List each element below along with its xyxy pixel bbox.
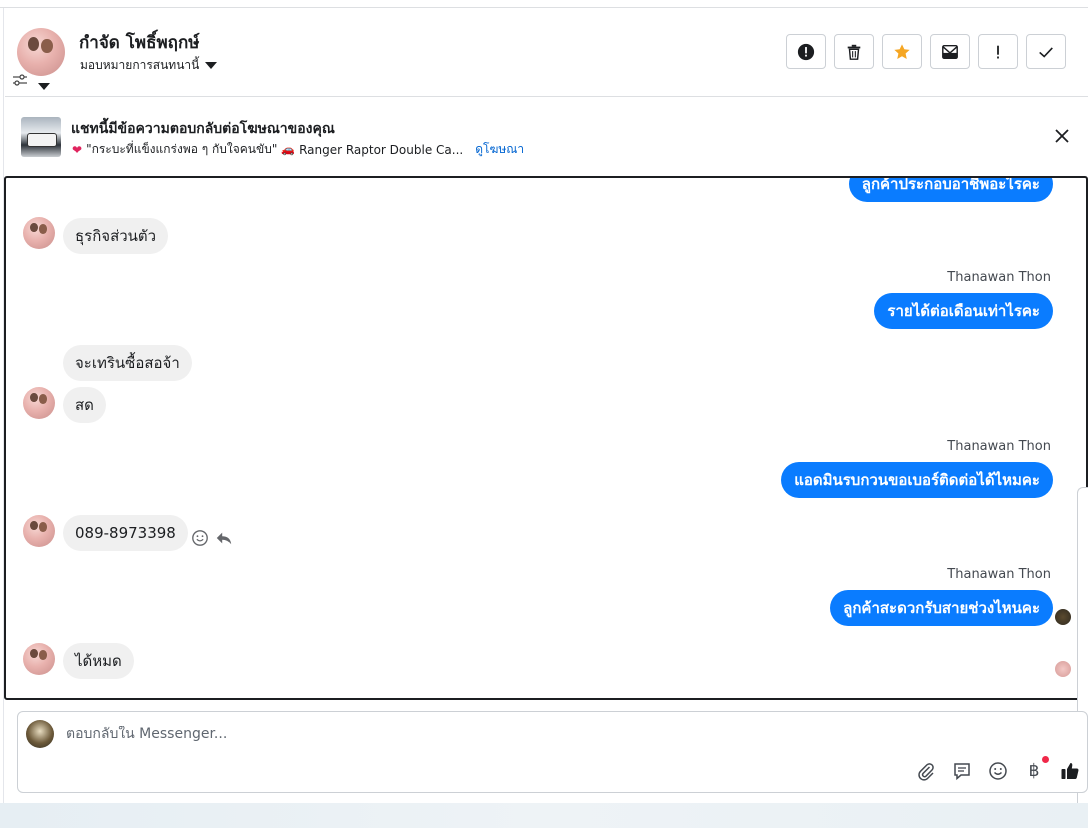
smiley-icon[interactable] bbox=[191, 529, 209, 547]
reply-input[interactable] bbox=[66, 726, 866, 742]
reply-icon[interactable] bbox=[215, 529, 233, 547]
incoming-message[interactable]: 089-8973398 bbox=[63, 515, 188, 551]
smiley-icon bbox=[989, 762, 1007, 780]
like-button[interactable] bbox=[1059, 760, 1081, 782]
outgoing-message[interactable]: ลูกค้าสะดวกรับสายช่วงไหนคะ bbox=[830, 590, 1053, 626]
ad-product: Ranger Raptor Double Ca... bbox=[299, 142, 464, 157]
ad-banner-subtitle: ❤ "กระบะที่แข็งแกร่งพอ ๆ กับใจคนขับ" 🚗 R… bbox=[72, 140, 524, 159]
reply-composer: ฿ bbox=[17, 711, 1088, 793]
chevron-down-icon bbox=[205, 62, 218, 69]
car-icon: 🚗 bbox=[281, 143, 296, 156]
emoji-button[interactable] bbox=[987, 760, 1009, 782]
incoming-message[interactable]: ได้หมด bbox=[63, 643, 134, 679]
notification-dot bbox=[1042, 756, 1049, 763]
baht-icon: ฿ bbox=[1028, 761, 1040, 781]
contact-name: กำจัด โพธิ์พฤกษ์ bbox=[79, 33, 200, 53]
incoming-message[interactable]: จะเทรินซื้อสอจ้า bbox=[63, 345, 192, 381]
ad-banner-title: แชทนี้มีข้อความตอบกลับต่อโฆษณาของคุณ bbox=[71, 121, 335, 137]
check-icon bbox=[1039, 46, 1053, 58]
ad-caption: "กระบะที่แข็งแกร่งพอ ๆ กับใจคนขับ" bbox=[86, 142, 278, 156]
page-avatar bbox=[26, 720, 54, 748]
messenger-inbox-window: กำจัด โพธิ์พฤกษ์ มอบหมายการสนทนานี้ แชทน… bbox=[0, 0, 1088, 828]
saved-replies-button[interactable] bbox=[951, 760, 973, 782]
contact-avatar[interactable] bbox=[17, 28, 65, 76]
ad-reply-banner: แชทนี้มีข้อความตอบกลับต่อโฆษณาของคุณ ❤ "… bbox=[5, 98, 1088, 176]
page-background-strip bbox=[0, 803, 1088, 828]
star-icon bbox=[894, 43, 910, 59]
report-button[interactable] bbox=[786, 34, 826, 69]
header-actions bbox=[786, 34, 1066, 69]
contact-avatar bbox=[23, 515, 55, 547]
important-button[interactable] bbox=[978, 34, 1018, 69]
message-thread[interactable]: ลูกค้าประกอบอาชีพอะไรคะ ธุรกิจส่วนตัว Th… bbox=[4, 176, 1088, 700]
thumbs-up-icon bbox=[1061, 763, 1079, 779]
outgoing-message[interactable]: ลูกค้าประกอบอาชีพอะไรคะ bbox=[848, 178, 1053, 202]
delete-button[interactable] bbox=[834, 34, 874, 69]
composer-tools: ฿ bbox=[915, 756, 1081, 782]
done-button[interactable] bbox=[1026, 34, 1066, 69]
contact-avatar bbox=[23, 217, 55, 249]
sender-name: Thanawan Thon bbox=[947, 567, 1051, 582]
outgoing-message[interactable]: แอดมินรบกวนขอเบอร์ติดต่อได้ไหมคะ bbox=[781, 462, 1053, 498]
ad-thumbnail[interactable] bbox=[21, 117, 61, 157]
alert-circle-icon bbox=[797, 43, 815, 60]
trash-icon bbox=[847, 44, 861, 60]
outgoing-message[interactable]: รายได้ต่อเดือนเท่าไรคะ bbox=[874, 293, 1053, 329]
sender-name: Thanawan Thon bbox=[947, 439, 1051, 454]
chat-bubble-icon bbox=[954, 763, 970, 781]
star-button[interactable] bbox=[882, 34, 922, 69]
view-ad-link[interactable]: ดูโฆษณา bbox=[475, 140, 524, 159]
incoming-message[interactable]: ธุรกิจส่วนตัว bbox=[63, 218, 169, 254]
payment-button[interactable]: ฿ bbox=[1023, 756, 1049, 782]
filter-sliders-icon[interactable] bbox=[12, 73, 28, 87]
paperclip-icon bbox=[918, 763, 934, 781]
incoming-message[interactable]: สด bbox=[63, 387, 106, 423]
assign-label: มอบหมายการสนทนานี้ bbox=[80, 58, 200, 72]
assign-conversation-dropdown[interactable]: มอบหมายการสนทนานี้ bbox=[80, 56, 218, 75]
heart-icon: ❤ bbox=[72, 142, 83, 157]
sender-name: Thanawan Thon bbox=[947, 270, 1051, 285]
contact-avatar bbox=[23, 387, 55, 419]
message-actions bbox=[191, 529, 233, 547]
contact-avatar bbox=[23, 643, 55, 675]
seen-receipt-avatar bbox=[1055, 661, 1071, 677]
close-icon[interactable] bbox=[1052, 126, 1072, 146]
top-border bbox=[0, 0, 1088, 8]
exclamation-icon bbox=[997, 45, 999, 58]
conversation-header: กำจัด โพธิ์พฤกษ์ มอบหมายการสนทนานี้ bbox=[5, 9, 1088, 97]
attach-button[interactable] bbox=[915, 760, 937, 782]
mark-unread-button[interactable] bbox=[930, 34, 970, 69]
filter-chevron-down-icon[interactable] bbox=[38, 75, 50, 90]
envelope-icon bbox=[942, 44, 958, 59]
seen-receipt-avatar bbox=[1055, 609, 1071, 625]
